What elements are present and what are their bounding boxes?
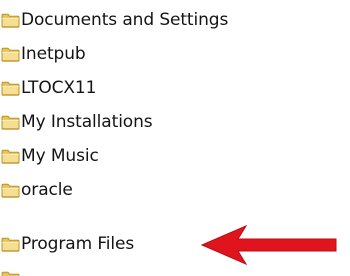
red-arrow-icon (200, 224, 337, 266)
folder-icon (1, 182, 20, 198)
folder-item-my-music[interactable]: My Music (0, 142, 99, 170)
folder-icon (1, 236, 20, 252)
folder-icon (1, 114, 20, 130)
folder-label: Inetpub (21, 44, 86, 64)
folder-icon (1, 270, 20, 276)
folder-icon (1, 46, 20, 62)
folder-icon (1, 12, 20, 28)
folder-label: Program Files (21, 234, 135, 254)
folder-label: My Music (21, 146, 99, 166)
folder-item-inetpub[interactable]: Inetpub (0, 40, 86, 68)
folder-item-documents-and-settings[interactable]: Documents and Settings (0, 6, 228, 34)
folder-icon (1, 80, 20, 96)
folder-item-program-files[interactable]: Program Files (0, 230, 134, 258)
folder-label: My Installations (21, 112, 153, 132)
folder-label: Documents and Settings (21, 10, 229, 30)
folder-label: oracle (21, 180, 73, 200)
folder-item-my-installations[interactable]: My Installations (0, 108, 153, 136)
folder-item-ltocx11[interactable]: LTOCX11 (0, 74, 96, 102)
folder-icon (1, 148, 20, 164)
folder-item-oracle[interactable]: oracle (0, 176, 73, 204)
folder-label: LTOCX11 (21, 78, 97, 98)
